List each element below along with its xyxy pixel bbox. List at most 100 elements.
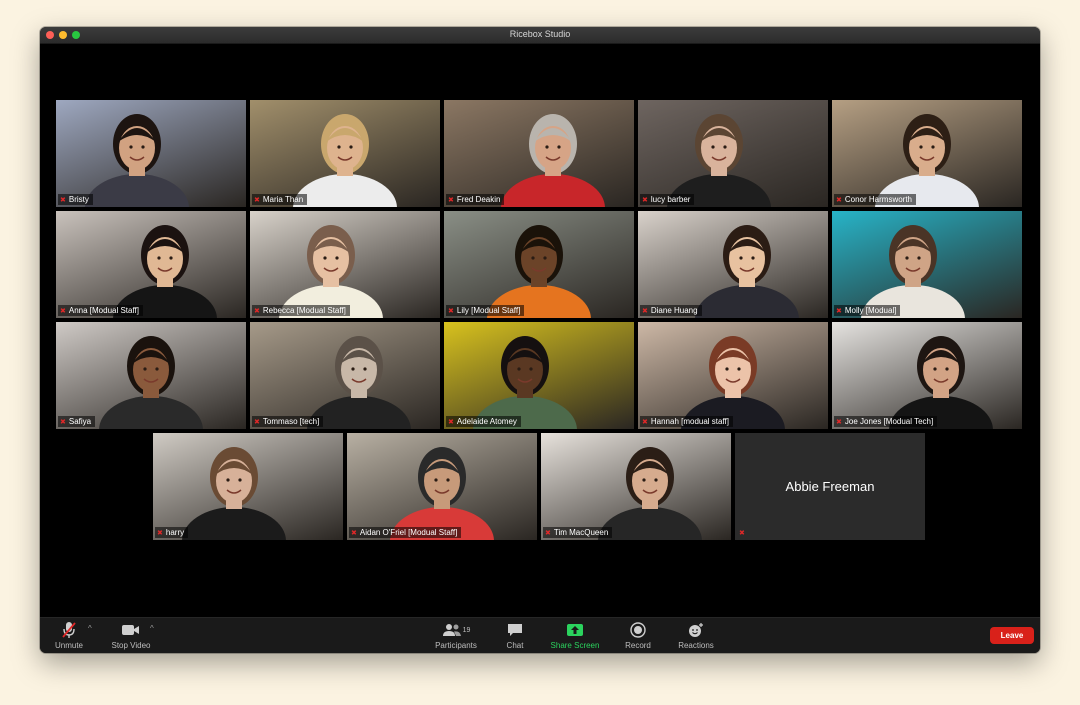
muted-mic-icon: ✖ bbox=[448, 308, 454, 315]
participant-name-tag: ✖ Safiya bbox=[58, 416, 96, 427]
reactions-button[interactable]: Reactions bbox=[674, 620, 718, 650]
participant-video bbox=[293, 114, 397, 207]
participant-video bbox=[390, 447, 494, 540]
muted-mic-icon: ✖ bbox=[642, 308, 648, 315]
participants-button[interactable]: 19 Participants bbox=[431, 620, 481, 650]
participant-name-tag: ✖ Joe Jones [Modual Tech] bbox=[834, 416, 938, 427]
participant-name: Molly [Modual] bbox=[844, 306, 897, 315]
muted-mic-icon: ✖ bbox=[254, 308, 260, 315]
muted-mic-icon: ✖ bbox=[642, 419, 648, 426]
participant-video bbox=[681, 336, 785, 429]
participant-tile[interactable]: ✖ Rebecca [Modual Staff] bbox=[250, 211, 440, 318]
participant-name-tag: ✖ Diane Huang bbox=[640, 305, 702, 316]
participant-name-tag: ✖ Bristy bbox=[58, 194, 93, 205]
participant-video bbox=[695, 225, 799, 318]
participant-tile[interactable]: ✖ Anna [Modual Staff] bbox=[56, 211, 246, 318]
participant-video bbox=[889, 336, 993, 429]
participant-tile[interactable]: ✖ Fred Deakin bbox=[444, 100, 634, 207]
participant-name-tag: ✖ lucy barber bbox=[640, 194, 695, 205]
chat-bubble-icon bbox=[499, 620, 531, 640]
participant-name: Abbie Freeman bbox=[785, 479, 875, 494]
meeting-toolbar: Unmute ^ Stop Video ^ 19 Participants Ch… bbox=[40, 617, 1040, 653]
share-screen-button[interactable]: Share Screen bbox=[545, 620, 605, 650]
participant-tile[interactable]: ✖ lucy barber bbox=[638, 100, 828, 207]
participant-tile[interactable]: ✖ Hannah [modual staff] bbox=[638, 322, 828, 429]
share-screen-arrow-icon bbox=[545, 620, 605, 640]
participant-name-tag: ✖ Conor Harmsworth bbox=[834, 194, 917, 205]
window-title: Ricebox Studio bbox=[509, 29, 571, 39]
participant-video bbox=[667, 114, 771, 207]
participant-name: Bristy bbox=[68, 195, 89, 204]
muted-mic-icon: ✖ bbox=[448, 197, 454, 204]
unmute-button[interactable]: Unmute bbox=[50, 620, 88, 650]
participant-tile[interactable]: ✖ Aidan O'Friel [Modual Staff] bbox=[347, 433, 537, 540]
leave-button[interactable]: Leave bbox=[990, 627, 1034, 644]
muted-microphone-icon bbox=[50, 620, 88, 640]
participant-name: Joe Jones [Modual Tech] bbox=[844, 417, 934, 426]
participants-count: 19 bbox=[462, 626, 471, 634]
muted-mic-icon: ✖ bbox=[836, 419, 842, 426]
participant-tile[interactable]: ✖ Safiya bbox=[56, 322, 246, 429]
zoom-window: Ricebox Studio ✖ Bristy ✖ Maria Than ✖ Fred D… bbox=[40, 27, 1040, 653]
participant-name: Safiya bbox=[68, 417, 92, 426]
muted-mic-icon: ✖ bbox=[642, 197, 648, 204]
participant-video bbox=[861, 225, 965, 318]
participant-name: lucy barber bbox=[650, 195, 691, 204]
participant-name-tag: ✖ Aidan O'Friel [Modual Staff] bbox=[349, 527, 462, 538]
title-bar: Ricebox Studio bbox=[40, 27, 1040, 44]
participant-name-tag: ✖ Hannah [modual staff] bbox=[640, 416, 733, 427]
participant-video bbox=[85, 114, 189, 207]
participant-tile[interactable]: ✖ Diane Huang bbox=[638, 211, 828, 318]
participant-tile[interactable]: Abbie Freeman ✖ bbox=[735, 433, 925, 540]
participant-tile[interactable]: ✖ Molly [Modual] bbox=[832, 211, 1022, 318]
participant-name: Fred Deakin bbox=[456, 195, 501, 204]
muted-mic-icon: ✖ bbox=[254, 197, 260, 204]
participant-tile[interactable]: ✖ Maria Than bbox=[250, 100, 440, 207]
participants-icon: 19 bbox=[431, 620, 481, 640]
participant-name-tag: ✖ Adelaide Atomey bbox=[446, 416, 521, 427]
participant-name-tag: ✖ Lily [Modual Staff] bbox=[446, 305, 525, 316]
participant-name-tag: ✖ Fred Deakin bbox=[446, 194, 505, 205]
participant-video bbox=[182, 447, 286, 540]
participant-tile[interactable]: ✖ Joe Jones [Modual Tech] bbox=[832, 322, 1022, 429]
participant-name: Conor Harmsworth bbox=[844, 195, 913, 204]
video-camera-icon bbox=[106, 620, 156, 640]
audio-options-caret-icon[interactable]: ^ bbox=[88, 624, 92, 633]
participant-tile[interactable]: ✖ Lily [Modual Staff] bbox=[444, 211, 634, 318]
muted-mic-icon: ✖ bbox=[836, 197, 842, 204]
video-options-caret-icon[interactable]: ^ bbox=[150, 624, 154, 633]
participant-name-tag: ✖ Anna [Modual Staff] bbox=[58, 305, 143, 316]
participant-name-tag: ✖ Tim MacQueen bbox=[543, 527, 613, 538]
participant-tile[interactable]: ✖ Tommaso [tech] bbox=[250, 322, 440, 429]
muted-mic-icon: ✖ bbox=[157, 530, 163, 537]
muted-mic-icon: ✖ bbox=[254, 419, 260, 426]
participant-tile[interactable]: ✖ Adelaide Atomey bbox=[444, 322, 634, 429]
participant-video bbox=[473, 336, 577, 429]
participant-tile[interactable]: ✖ Tim MacQueen bbox=[541, 433, 731, 540]
participant-name: Tim MacQueen bbox=[553, 528, 609, 537]
muted-mic-icon: ✖ bbox=[351, 530, 357, 537]
participant-name-tag: ✖ Maria Than bbox=[252, 194, 308, 205]
gallery-grid: ✖ Bristy ✖ Maria Than ✖ Fred Deakin ✖ lucy barb… bbox=[40, 43, 1040, 617]
muted-mic-icon: ✖ bbox=[545, 530, 551, 537]
participant-tile[interactable]: ✖ Conor Harmsworth bbox=[832, 100, 1022, 207]
participant-video bbox=[501, 114, 605, 207]
muted-mic-icon: ✖ bbox=[836, 308, 842, 315]
smiley-plus-icon bbox=[674, 620, 718, 640]
chat-button[interactable]: Chat bbox=[499, 620, 531, 650]
participant-video bbox=[598, 447, 702, 540]
participant-name: Diane Huang bbox=[650, 306, 698, 315]
participant-video bbox=[99, 336, 203, 429]
stop-video-button[interactable]: Stop Video bbox=[106, 620, 156, 650]
participant-video bbox=[113, 225, 217, 318]
participant-tile[interactable]: ✖ harry bbox=[153, 433, 343, 540]
participant-name: Lily [Modual Staff] bbox=[456, 306, 521, 315]
participant-name: Hannah [modual staff] bbox=[650, 417, 729, 426]
participant-name: Adelaide Atomey bbox=[456, 417, 517, 426]
participant-name: harry bbox=[165, 528, 185, 537]
muted-mic-icon: ✖ bbox=[448, 419, 454, 426]
participant-name-tag: ✖ harry bbox=[155, 527, 189, 538]
participant-video bbox=[487, 225, 591, 318]
participant-tile[interactable]: ✖ Bristy bbox=[56, 100, 246, 207]
record-button[interactable]: Record bbox=[620, 620, 656, 650]
